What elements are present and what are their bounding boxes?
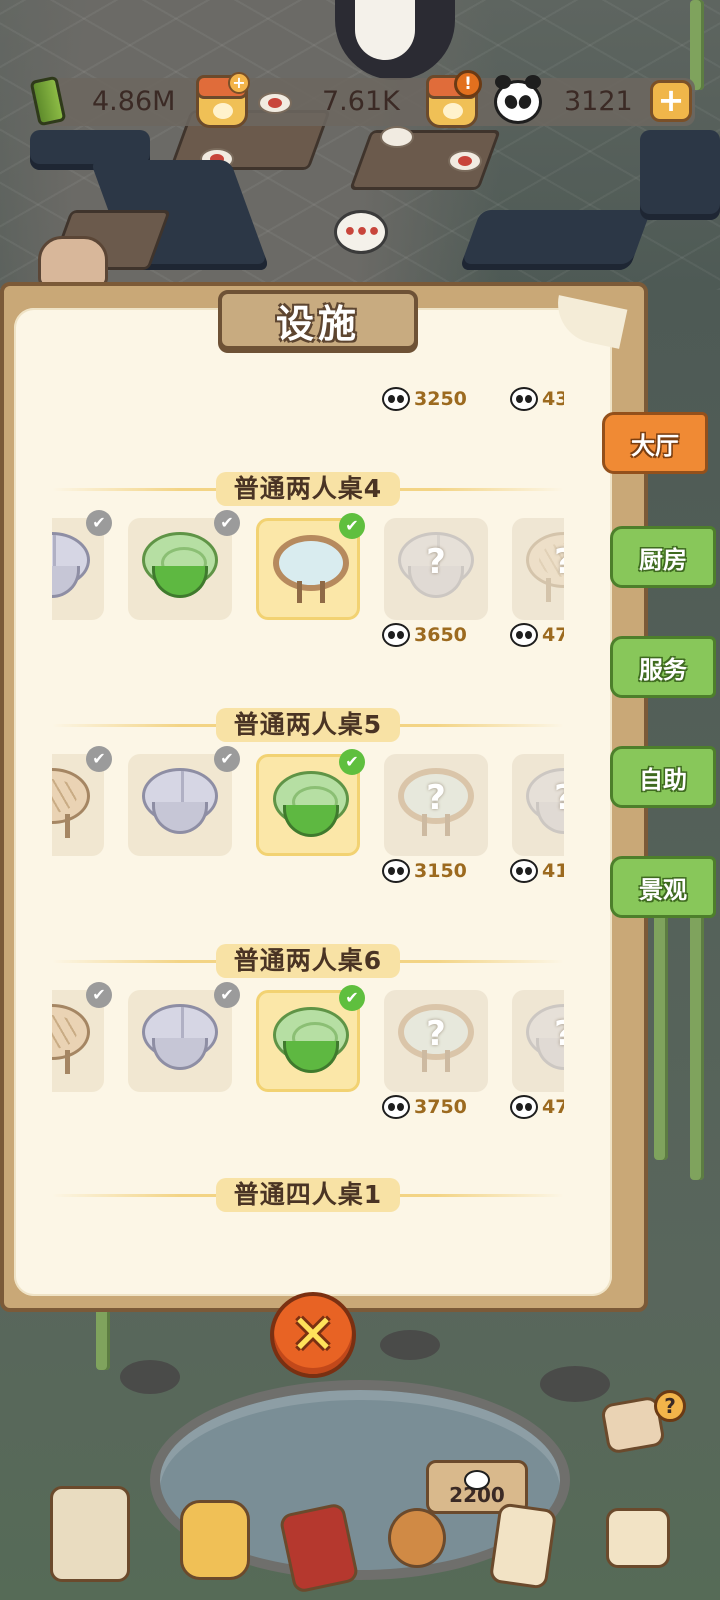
- item-price: 3150: [382, 858, 467, 884]
- item-price: 43: [510, 386, 564, 412]
- panda-coin-icon: [382, 1095, 410, 1119]
- owned-check-icon: ✔: [214, 510, 240, 536]
- facility-list-scroll[interactable]: 3250 43 普通两人桌4 ✔ ✔ ✔ ? 3650 ? 47 普通两人桌5 …: [52, 360, 564, 1226]
- table-item-card[interactable]: ✔: [128, 982, 240, 1092]
- owned-check-icon: ✔: [214, 982, 240, 1008]
- owned-check-icon: ✔: [86, 510, 112, 536]
- locked-question-icon: ?: [512, 778, 564, 818]
- item-price: 47: [510, 622, 564, 648]
- item-price: 3750: [382, 1094, 467, 1120]
- locked-question-icon: ?: [512, 1014, 564, 1054]
- panel-title: 设施: [275, 301, 360, 346]
- table-grey-icon: [142, 768, 218, 838]
- bench: [640, 130, 720, 220]
- table-item-card-locked[interactable]: ?: [512, 990, 564, 1092]
- gift-icon[interactable]: [388, 1508, 446, 1568]
- table-item-card-locked[interactable]: ?: [384, 754, 488, 856]
- owned-check-icon: ✔: [86, 746, 112, 772]
- item-price: 3250: [382, 386, 467, 412]
- tab-kitchen[interactable]: 厨房: [610, 526, 716, 588]
- panda-coin-icon: [382, 859, 410, 883]
- table-item-card-locked[interactable]: ?: [512, 754, 564, 856]
- alert-icon[interactable]: !: [454, 70, 482, 98]
- food-plate: [380, 126, 414, 148]
- locked-question-icon: ?: [512, 542, 564, 582]
- tab-landscape[interactable]: 景观: [610, 856, 716, 918]
- table-item-card[interactable]: ✔: [128, 510, 240, 620]
- panda-coin-icon: [510, 387, 538, 411]
- table-item-card-selected[interactable]: ✔: [256, 749, 365, 856]
- section-title: 普通两人桌5: [52, 708, 564, 742]
- item-price: 47: [510, 1094, 564, 1120]
- bamboo-decoration: [690, 0, 704, 90]
- panda-coin-icon: [382, 623, 410, 647]
- table-green-icon: [142, 532, 218, 602]
- section-title: 普通两人桌6: [52, 944, 564, 978]
- table-item-card-selected[interactable]: ✔: [256, 513, 365, 620]
- notice-card-icon[interactable]: [488, 1502, 558, 1590]
- honey-pot-icon[interactable]: [180, 1500, 250, 1580]
- tab-hall[interactable]: 大厅: [602, 412, 708, 474]
- table-item-card-locked[interactable]: ?: [512, 518, 564, 620]
- table-green-icon: [273, 771, 349, 841]
- rock: [540, 1366, 610, 1402]
- panda-coin-icon: [494, 75, 542, 124]
- dish-icon: [258, 92, 292, 114]
- selected-check-icon: ✔: [339, 513, 365, 539]
- table-wood-icon: [52, 768, 90, 838]
- rock: [120, 1360, 180, 1394]
- help-icon[interactable]: ?: [654, 1390, 686, 1422]
- add-panda-coin-button[interactable]: +: [650, 80, 692, 122]
- table-item-card[interactable]: ✔: [52, 982, 112, 1092]
- panda-coin-icon: [510, 859, 538, 883]
- bench: [459, 210, 651, 270]
- table-grey-icon: [52, 532, 90, 602]
- tab-self-service[interactable]: 自助: [610, 746, 716, 808]
- locked-question-icon: ?: [426, 542, 446, 582]
- bamboo-decoration: [690, 880, 704, 1180]
- food-plate: [448, 150, 482, 172]
- selected-check-icon: ✔: [339, 985, 365, 1011]
- bamboo-decoration: [654, 900, 668, 1160]
- table-item-card[interactable]: ✔: [128, 746, 240, 856]
- section-title: 普通两人桌4: [52, 472, 564, 506]
- locked-question-icon: ?: [426, 1014, 446, 1054]
- panda-coin-icon: [464, 1470, 490, 1490]
- table-green-icon: [273, 1007, 349, 1077]
- panel-title-plate: 设施: [218, 290, 418, 350]
- owned-check-icon: ✔: [214, 746, 240, 772]
- panda-ear: [495, 75, 511, 89]
- item-price: 41: [510, 858, 564, 884]
- add-honey-icon[interactable]: +: [228, 72, 250, 94]
- selected-check-icon: ✔: [339, 749, 365, 775]
- table-item-card-locked[interactable]: ?: [384, 990, 488, 1092]
- table-item-card-selected[interactable]: ✔: [256, 985, 365, 1092]
- tab-service[interactable]: 服务: [610, 636, 716, 698]
- panda-coin-icon: [382, 387, 410, 411]
- panda-ear: [525, 75, 541, 89]
- speech-bubble-icon[interactable]: •••: [334, 210, 388, 254]
- bamboo-amount: 4.86M: [92, 86, 176, 117]
- table-wood-icon: [52, 1004, 90, 1074]
- table-item-card[interactable]: ✔: [52, 746, 112, 856]
- panda-coin-amount: 3121: [564, 86, 633, 117]
- panda-coin-icon: [510, 1095, 538, 1119]
- owned-check-icon: ✔: [86, 982, 112, 1008]
- map-bag-icon[interactable]: [50, 1486, 130, 1582]
- close-button[interactable]: ✕: [270, 1292, 356, 1378]
- honey-amount: 7.61K: [322, 86, 400, 117]
- treasure-box-icon[interactable]: [606, 1508, 670, 1568]
- section-title: 普通四人桌1: [52, 1178, 564, 1212]
- panda-coin-icon: [510, 623, 538, 647]
- table-glass-icon: [273, 535, 349, 605]
- table-grey-icon: [142, 1004, 218, 1074]
- rock: [380, 1330, 440, 1360]
- bunny-customer[interactable]: [38, 236, 108, 288]
- close-icon: ✕: [290, 1303, 336, 1366]
- table-item-card-locked[interactable]: ?: [384, 518, 488, 620]
- locked-question-icon: ?: [426, 778, 446, 818]
- item-price: 3650: [382, 622, 467, 648]
- table-item-card[interactable]: ✔: [52, 510, 112, 620]
